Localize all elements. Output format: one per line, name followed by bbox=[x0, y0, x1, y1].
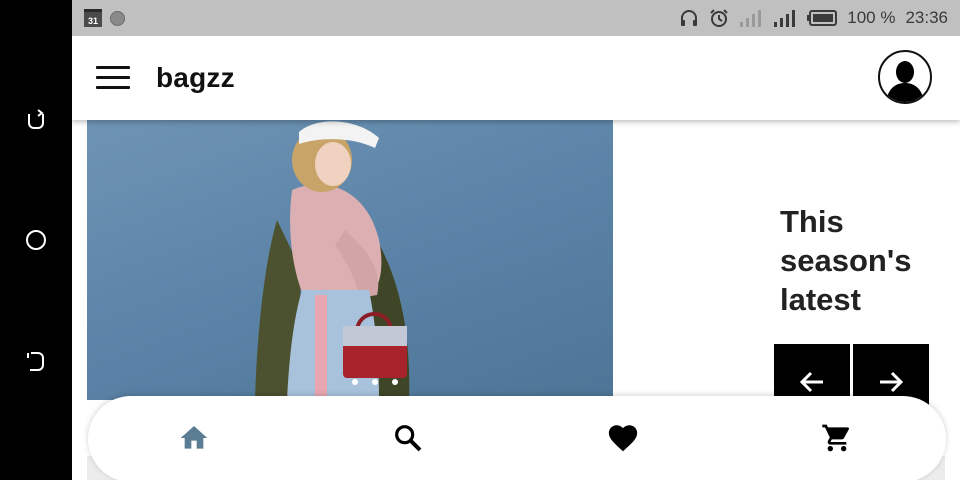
calendar-day: 31 bbox=[87, 16, 98, 26]
app-title: bagzz bbox=[156, 62, 235, 93]
app-screen: bagzz This season's latest bbox=[72, 36, 960, 480]
signal-icon bbox=[739, 9, 763, 27]
promo-headline: This season's latest bbox=[780, 202, 911, 319]
clock-text: 23:36 bbox=[905, 8, 948, 27]
hero-photo[interactable] bbox=[87, 120, 613, 400]
user-avatar-icon[interactable] bbox=[878, 50, 932, 104]
heart-icon[interactable] bbox=[603, 418, 643, 458]
home-circle-icon[interactable] bbox=[24, 228, 48, 252]
home-icon[interactable] bbox=[174, 418, 214, 458]
headline-line: season's bbox=[780, 243, 912, 278]
notification-dot-icon bbox=[110, 10, 125, 26]
headline-line: latest bbox=[780, 282, 861, 317]
search-icon[interactable] bbox=[388, 418, 428, 458]
bottom-navigation bbox=[88, 396, 946, 480]
alarm-icon bbox=[709, 8, 729, 28]
back-icon[interactable] bbox=[24, 349, 48, 373]
system-nav-bar bbox=[0, 0, 72, 480]
cart-icon[interactable] bbox=[817, 418, 857, 458]
headphones-icon bbox=[679, 8, 699, 28]
app-bar: bagzz bbox=[72, 36, 960, 120]
battery-icon bbox=[807, 10, 838, 26]
hamburger-menu-icon[interactable] bbox=[96, 66, 132, 92]
signal-icon bbox=[773, 9, 797, 27]
status-bar: 31 100 % 23:36 bbox=[72, 0, 960, 36]
recents-icon[interactable] bbox=[24, 107, 48, 131]
headline-line: This bbox=[780, 204, 844, 239]
woman-with-red-handbag-photo bbox=[255, 121, 410, 400]
battery-text: 100 % bbox=[847, 8, 896, 27]
calendar-icon: 31 bbox=[84, 9, 102, 27]
